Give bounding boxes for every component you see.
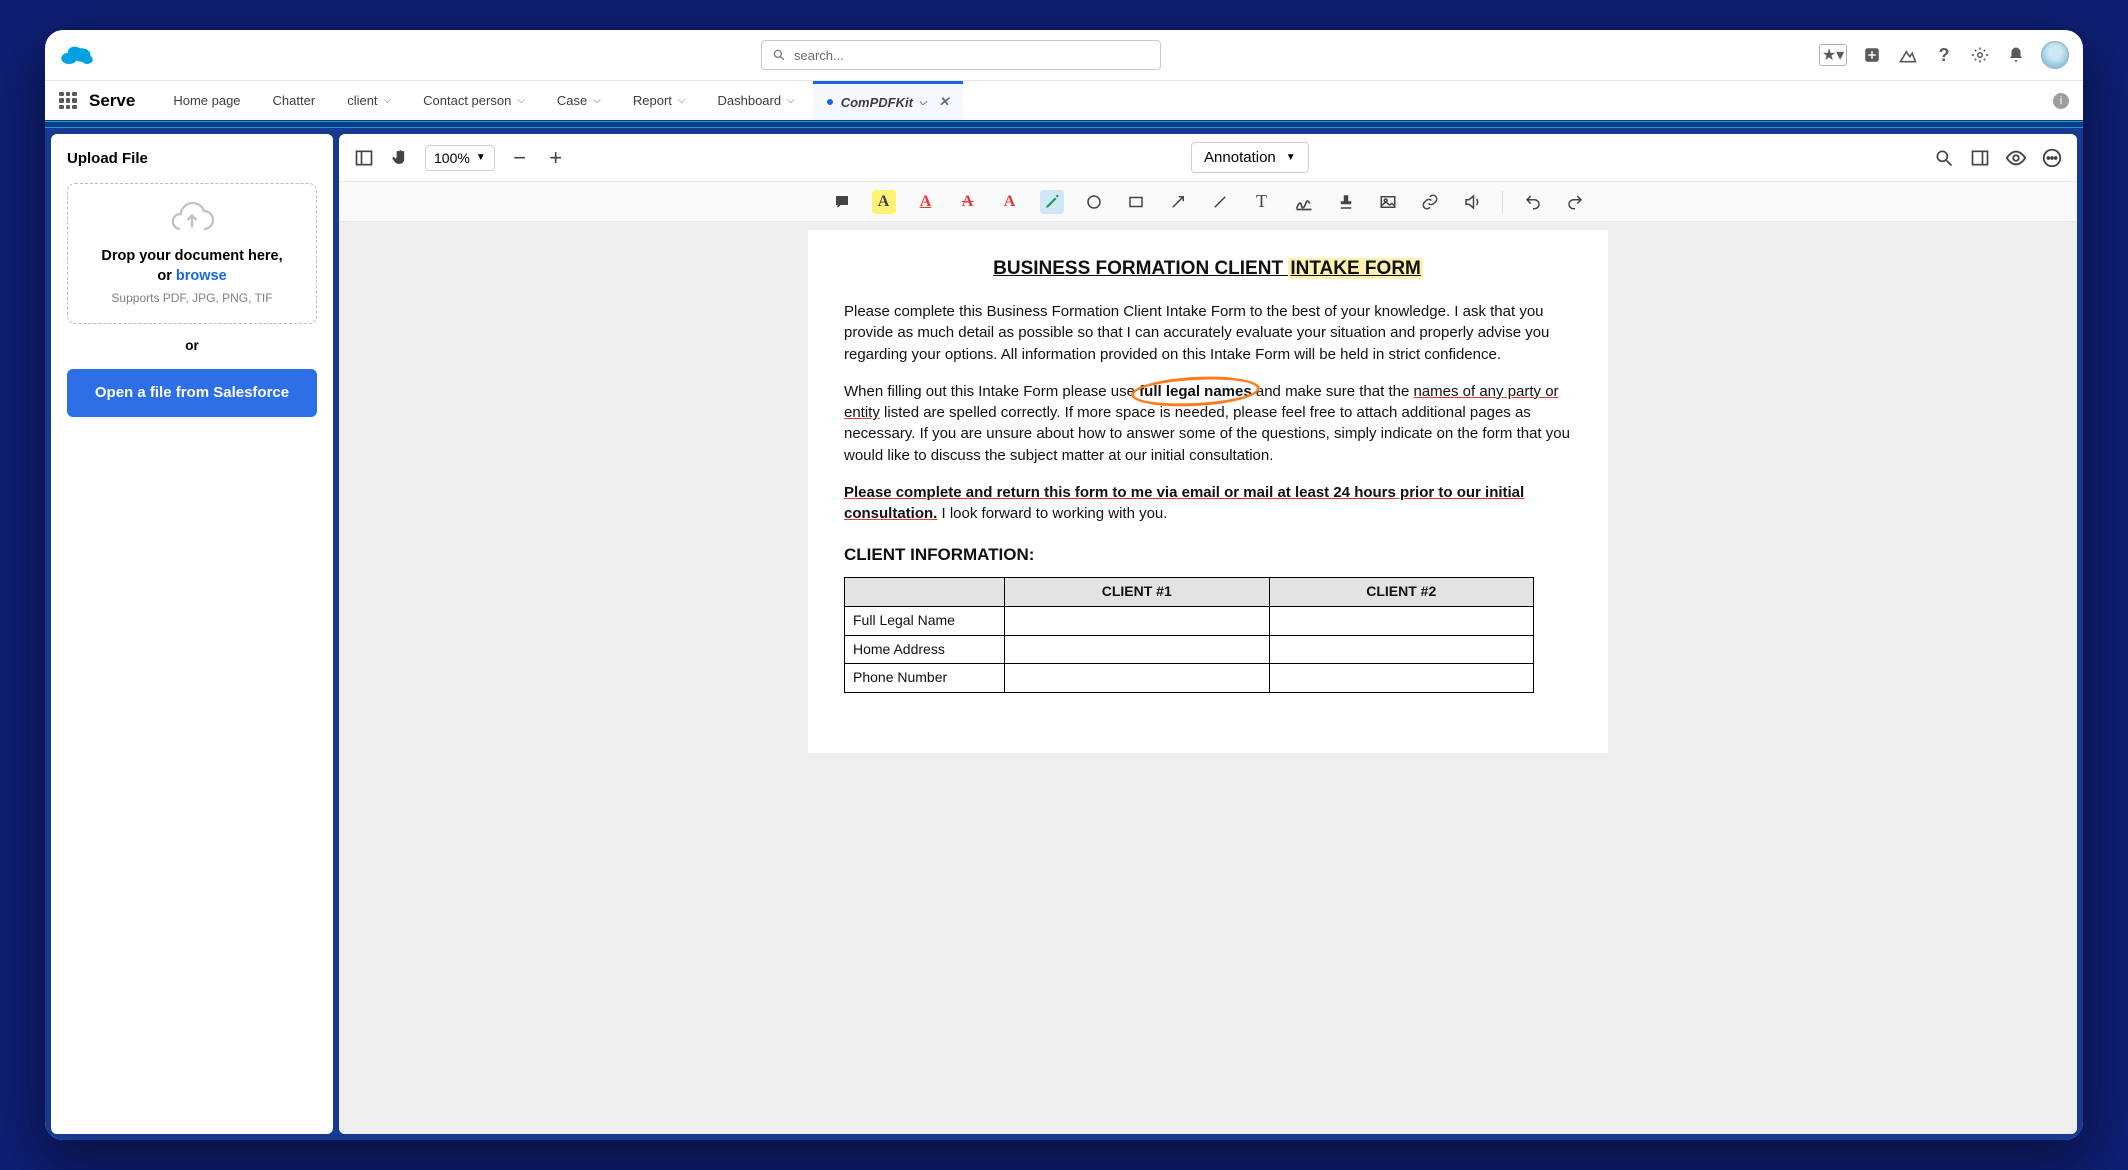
more-icon[interactable]: [2041, 147, 2063, 169]
unsaved-indicator: [827, 99, 833, 105]
global-search[interactable]: search...: [761, 40, 1161, 70]
line-annot-icon[interactable]: [1208, 190, 1232, 214]
freetext-annot-icon[interactable]: T: [1250, 190, 1274, 214]
search-icon[interactable]: [1933, 147, 1955, 169]
arrow-annot-icon[interactable]: [1166, 190, 1190, 214]
nav-bar: Serve Home page Chatter client⌵ Contact …: [45, 80, 2083, 120]
user-avatar[interactable]: [2041, 41, 2069, 69]
chevron-down-icon: ▼: [476, 152, 486, 163]
underline-annot-icon[interactable]: A: [914, 190, 938, 214]
upload-sidebar: Upload File Drop your document here, or …: [51, 134, 333, 1134]
info-icon[interactable]: i: [2053, 93, 2069, 109]
undo-icon[interactable]: [1521, 190, 1545, 214]
upload-cloud-icon: [168, 202, 216, 238]
add-button[interactable]: [1861, 44, 1883, 66]
document-scroll[interactable]: BUSINESS FORMATION CLIENT INTAKE FORM Pl…: [339, 222, 2077, 1134]
zoom-out-icon[interactable]: −: [509, 147, 531, 169]
help-icon[interactable]: ?: [1933, 44, 1955, 66]
separator: [1502, 191, 1503, 213]
table-header: CLIENT #1: [1005, 577, 1270, 606]
main-content: Upload File Drop your document here, or …: [45, 128, 2083, 1140]
chevron-down-icon: ⌵: [678, 95, 686, 106]
nav-tab-compdfkit[interactable]: ComPDFKit ⌵ ✕: [813, 81, 964, 120]
stamp-annot-icon[interactable]: [1334, 190, 1358, 214]
intro-paragraph: Please complete this Business Formation …: [844, 301, 1572, 365]
sound-annot-icon[interactable]: [1460, 190, 1484, 214]
image-annot-icon[interactable]: [1376, 190, 1400, 214]
zoom-in-icon[interactable]: +: [545, 147, 567, 169]
trailhead-icon[interactable]: [1897, 44, 1919, 66]
header-actions: ★▾ ?: [1819, 41, 2069, 69]
file-dropzone[interactable]: Drop your document here, or browse Suppo…: [67, 183, 317, 324]
sidebar-toggle-icon[interactable]: [353, 147, 375, 169]
view-mode-icon[interactable]: [2005, 147, 2027, 169]
mode-select[interactable]: Annotation▼: [1191, 142, 1309, 173]
close-tab-icon[interactable]: ✕: [939, 94, 950, 110]
nav-tab-dashboard[interactable]: Dashboard⌵: [703, 81, 808, 120]
table-header: [845, 577, 1005, 606]
nav-tab-home[interactable]: Home page: [159, 81, 254, 120]
doc-title: BUSINESS FORMATION CLIENT INTAKE FORM: [844, 256, 1572, 283]
open-from-salesforce-button[interactable]: Open a file from Salesforce: [67, 369, 317, 417]
table-header: CLIENT #2: [1269, 577, 1534, 606]
table-row: Full Legal Name: [845, 606, 1534, 635]
section-header: CLIENT INFORMATION:: [844, 543, 1572, 567]
chevron-down-icon: ⌵: [787, 95, 795, 106]
nav-tab-case[interactable]: Case⌵: [543, 81, 615, 120]
app-launcher[interactable]: Serve: [59, 81, 135, 120]
strikeout-annot-icon[interactable]: A: [956, 190, 980, 214]
notifications-bell-icon[interactable]: [2005, 44, 2027, 66]
chevron-down-icon[interactable]: ⌵: [919, 97, 927, 108]
note-annot-icon[interactable]: [830, 190, 854, 214]
nav-tab-report[interactable]: Report⌵: [619, 81, 700, 120]
redo-icon[interactable]: [1563, 190, 1587, 214]
browse-link[interactable]: browse: [176, 268, 227, 284]
search-placeholder: search...: [794, 48, 844, 63]
circled-annotation: full legal names: [1139, 383, 1252, 400]
chevron-down-icon: ⌵: [384, 95, 392, 106]
client-info-table: CLIENT #1 CLIENT #2 Full Legal Name Home…: [844, 577, 1534, 694]
link-annot-icon[interactable]: [1418, 190, 1442, 214]
favorites-button[interactable]: ★▾: [1819, 44, 1847, 66]
dropzone-supports: Supports PDF, JPG, PNG, TIF: [78, 291, 306, 305]
nav-tab-chatter[interactable]: Chatter: [259, 81, 330, 120]
pdf-viewer: 100%▼ − + Annotation▼ A A A A: [339, 134, 2077, 1134]
circle-annot-icon[interactable]: [1082, 190, 1106, 214]
signature-annot-icon[interactable]: [1292, 190, 1316, 214]
app-name: Serve: [89, 91, 135, 111]
zoom-select[interactable]: 100%▼: [425, 145, 495, 171]
decorative-strip: [45, 120, 2083, 128]
nav-tab-contact[interactable]: Contact person⌵: [409, 81, 539, 120]
chevron-down-icon: ⌵: [517, 95, 525, 106]
chevron-down-icon: ⌵: [593, 95, 601, 106]
square-annot-icon[interactable]: [1124, 190, 1148, 214]
salesforce-logo: [59, 43, 95, 67]
viewer-toolbar: 100%▼ − + Annotation▼: [339, 134, 2077, 182]
sidebar-title: Upload File: [67, 150, 317, 167]
pdf-page: BUSINESS FORMATION CLIENT INTAKE FORM Pl…: [808, 230, 1608, 753]
or-separator: or: [67, 338, 317, 353]
pan-hand-icon[interactable]: [389, 147, 411, 169]
global-header: search... ★▾ ?: [45, 30, 2083, 80]
app-launcher-icon: [59, 92, 77, 110]
return-paragraph: Please complete and return this form to …: [844, 482, 1572, 525]
squiggly-annot-icon[interactable]: A: [998, 190, 1022, 214]
page-display-icon[interactable]: [1969, 147, 1991, 169]
title-highlight: INTAKE FORM: [1288, 258, 1423, 279]
highlight-annot-icon[interactable]: A: [872, 190, 896, 214]
setup-gear-icon[interactable]: [1969, 44, 1991, 66]
instructions-paragraph: When filling out this Intake Form please…: [844, 381, 1572, 466]
chevron-down-icon: ▼: [1286, 152, 1296, 163]
dropzone-text: Drop your document here, or browse: [78, 246, 306, 287]
app-window: search... ★▾ ? Serve Home page Chatter c…: [45, 30, 2083, 1140]
table-row: Phone Number: [845, 664, 1534, 693]
ink-annot-icon[interactable]: [1040, 190, 1064, 214]
annotation-toolbar: A A A A T: [339, 182, 2077, 222]
table-row: Home Address: [845, 635, 1534, 664]
nav-tab-client[interactable]: client⌵: [333, 81, 405, 120]
search-icon: [772, 48, 786, 62]
